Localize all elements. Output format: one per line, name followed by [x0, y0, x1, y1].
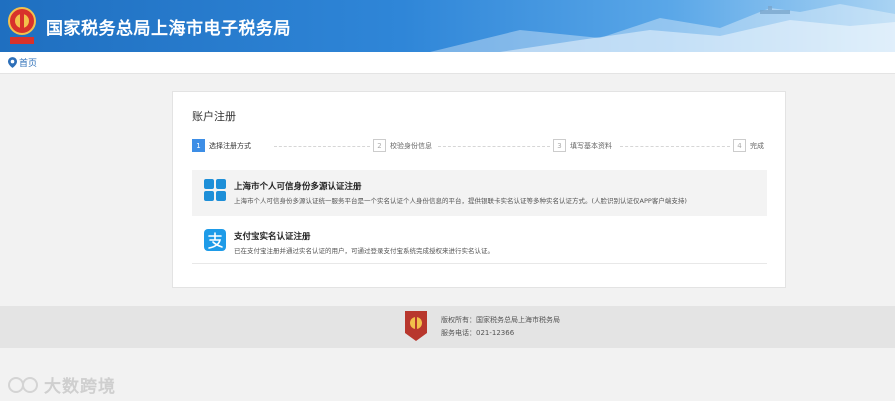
registration-card: 账户注册 1 选择注册方式 2 校验身份信息 3 填写基本资料 4 完成 上海市… — [172, 91, 786, 288]
step-number: 4 — [733, 139, 746, 152]
option-description: 已在支付宝注册并通过实名认证的用户，可通过登录支付宝系统完成授权来进行实名认证。 — [234, 247, 494, 255]
copyright-text: 版权所有：国家税务总局上海市税务局 — [441, 316, 560, 324]
breadcrumb-bar: 首页 — [0, 52, 895, 74]
service-phone: 服务电话：021-12366 — [441, 329, 515, 337]
watermark-text: 大数跨境 — [44, 377, 116, 397]
location-pin-icon — [8, 57, 17, 68]
option-multisource-auth[interactable]: 上海市个人可信身份多源认证注册 上海市个人可信身份多源认证统一服务平台是一个实名… — [192, 170, 767, 216]
watermark: 大数跨境 — [8, 372, 116, 397]
step-1: 1 选择注册方式 — [192, 139, 251, 152]
option-title: 支付宝实名认证注册 — [234, 232, 311, 242]
step-number: 1 — [192, 139, 205, 152]
option-description: 上海市个人可信身份多源认证统一服务平台是一个实名认证个人身份信息的平台，提供银联… — [234, 197, 687, 205]
step-progress: 1 选择注册方式 2 校验身份信息 3 填写基本资料 4 完成 — [192, 139, 769, 153]
step-number: 3 — [553, 139, 566, 152]
step-label: 校验身份信息 — [390, 141, 432, 150]
step-connector — [620, 146, 730, 147]
breadcrumb-home-label: 首页 — [19, 59, 38, 69]
site-title: 国家税务总局上海市电子税务局 — [46, 19, 291, 39]
option-alipay-auth[interactable]: 支付宝实名认证注册 已在支付宝注册并通过实名认证的用户，可通过登录支付宝系统完成… — [192, 220, 767, 264]
step-label: 选择注册方式 — [209, 141, 251, 150]
breadcrumb-home[interactable]: 首页 — [8, 56, 37, 69]
step-number: 2 — [373, 139, 386, 152]
watermark-logo-icon — [8, 376, 38, 393]
alipay-icon — [204, 229, 226, 251]
site-footer: 版权所有：国家税务总局上海市税务局 服务电话：021-12366 — [0, 306, 895, 348]
step-label: 完成 — [750, 141, 764, 150]
tax-bureau-emblem-icon — [8, 7, 36, 44]
site-header: 国家税务总局上海市电子税务局 — [0, 0, 895, 52]
step-connector — [274, 146, 370, 147]
step-4: 4 完成 — [733, 139, 764, 152]
card-title: 账户注册 — [192, 110, 236, 123]
step-connector — [438, 146, 550, 147]
tax-badge-icon — [405, 311, 427, 341]
option-title: 上海市个人可信身份多源认证注册 — [234, 182, 362, 192]
grid-apps-icon — [204, 179, 226, 201]
step-2: 2 校验身份信息 — [373, 139, 432, 152]
step-label: 填写基本资料 — [570, 141, 612, 150]
step-3: 3 填写基本资料 — [553, 139, 612, 152]
